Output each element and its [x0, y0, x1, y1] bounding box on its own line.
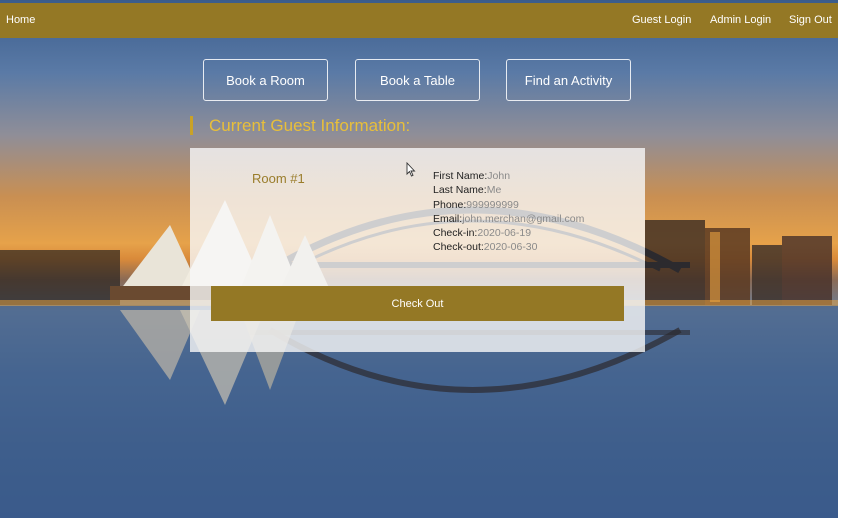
- first-name-value: John: [487, 170, 511, 182]
- last-name-label: Last Name:: [433, 184, 487, 197]
- section-accent-bar: [190, 116, 193, 135]
- phone-value: 999999999: [466, 198, 519, 211]
- email-row: Email:john.merchan@gmail.com: [433, 212, 584, 226]
- email-label: Email:: [433, 212, 463, 225]
- room-label: Room #1: [252, 171, 305, 186]
- phone-row: Phone:999999999: [433, 198, 584, 212]
- nav-sign-out-link[interactable]: Sign Out: [789, 14, 832, 26]
- check-in-value: 2020-06-19: [477, 227, 532, 240]
- find-activity-button[interactable]: Find an Activity: [506, 59, 631, 101]
- phone-label: Phone:: [433, 198, 467, 211]
- check-in-row: Check-in:2020-06-19: [433, 226, 584, 240]
- last-name-value: Me: [486, 184, 502, 197]
- nav-admin-login-link[interactable]: Admin Login: [710, 14, 771, 26]
- guest-details-list: First Name:John Last Name:Me Phone:99999…: [433, 169, 584, 255]
- check-out-row: Check-out:2020-06-30: [433, 240, 584, 254]
- nav-home-link[interactable]: Home: [6, 14, 35, 26]
- check-in-label: Check-in:: [433, 227, 478, 240]
- section-title: Current Guest Information:: [209, 116, 411, 135]
- book-table-button[interactable]: Book a Table: [355, 59, 480, 101]
- last-name-row: Last Name:Me: [433, 183, 584, 197]
- book-room-button[interactable]: Book a Room: [203, 59, 328, 101]
- top-navbar: Home Guest Login Admin Login Sign Out: [0, 3, 838, 38]
- check-out-button[interactable]: Check Out: [211, 286, 624, 321]
- mouse-cursor-icon: [406, 161, 416, 182]
- nav-guest-login-link[interactable]: Guest Login: [632, 14, 691, 26]
- first-name-row: First Name:John: [433, 169, 584, 183]
- first-name-label: First Name:: [433, 170, 488, 182]
- check-out-value: 2020-06-30: [483, 241, 538, 254]
- guest-info-card: Room #1 First Name:John Last Name:Me Pho…: [190, 148, 645, 352]
- check-out-label: Check-out:: [433, 241, 484, 254]
- email-value: john.merchan@gmail.com: [462, 212, 585, 225]
